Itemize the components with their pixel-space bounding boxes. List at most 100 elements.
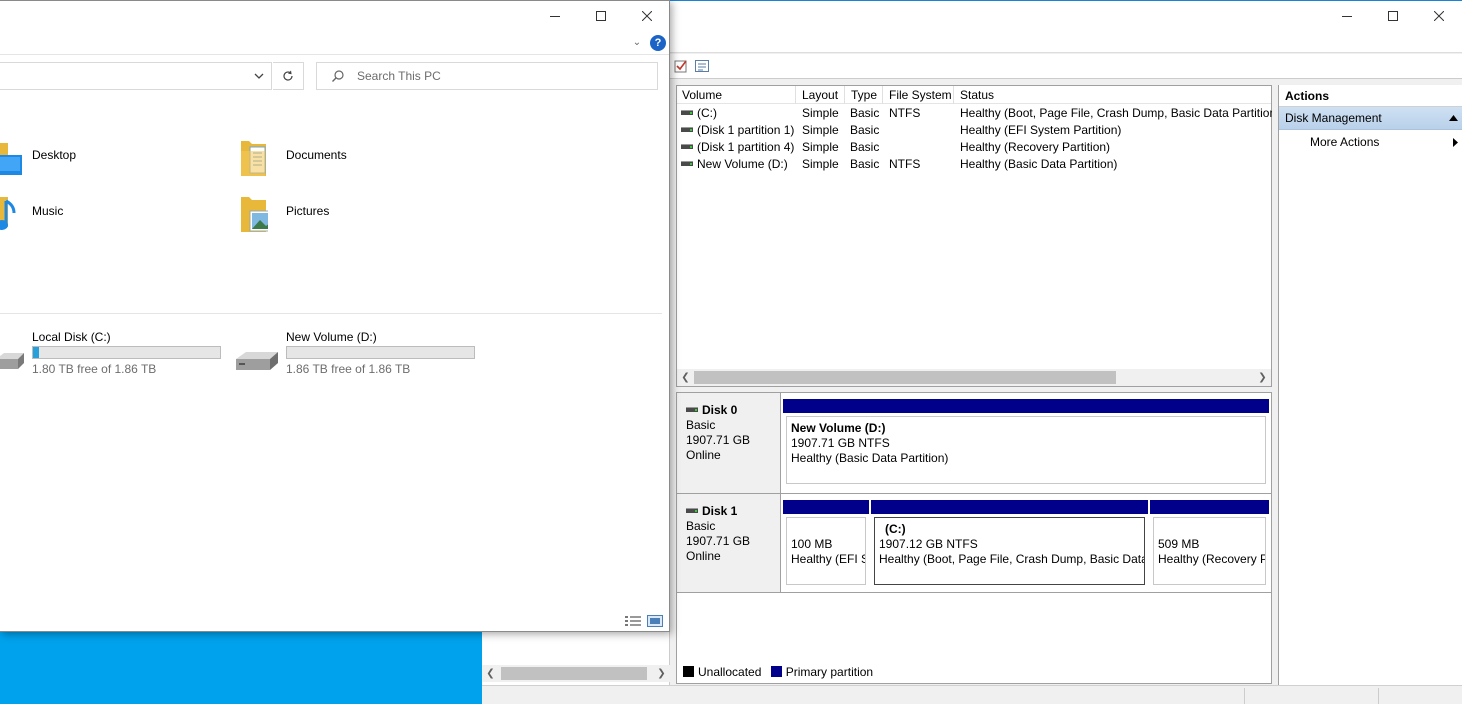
drive-icon <box>681 161 693 167</box>
dm-left-pane-scrollbar[interactable]: ❮ ❯ <box>482 665 670 682</box>
submenu-arrow-icon <box>1453 138 1458 147</box>
scroll-right-arrow[interactable]: ❯ <box>653 665 670 682</box>
partition-body: 100 MB Healthy (EFI S <box>786 517 866 585</box>
folder-label: Pictures <box>286 204 330 218</box>
layout-cell: Simple <box>802 106 839 120</box>
music-folder-icon <box>0 197 16 230</box>
partition-band <box>783 399 1269 413</box>
drive-icon <box>681 110 693 116</box>
partition-block[interactable]: 100 MB Healthy (EFI S <box>783 500 869 588</box>
partition-size: 1907.71 GB NTFS <box>791 436 890 450</box>
drive-label: New Volume (D:) <box>286 330 377 344</box>
column-header-volume[interactable]: Volume <box>677 86 796 104</box>
volume-row[interactable]: (Disk 1 partition 1) Simple Basic Health… <box>677 122 1271 139</box>
drive-free-text: 1.80 TB free of 1.86 TB <box>32 362 157 376</box>
close-icon <box>1434 11 1444 21</box>
address-bar[interactable] <box>0 62 272 90</box>
volume-list-hscrollbar[interactable]: ❮ ❯ <box>677 369 1271 386</box>
partition-band <box>871 500 1148 514</box>
folder-music[interactable]: Music <box>0 195 200 241</box>
file-explorer-window: ⌄ ? Desktop <box>0 0 670 632</box>
layout-cell: Simple <box>802 140 839 154</box>
minimize-icon <box>550 16 560 17</box>
volume-name: (C:) <box>697 106 717 120</box>
scroll-left-arrow[interactable]: ❮ <box>677 369 694 386</box>
actions-header: Actions <box>1279 85 1462 107</box>
scroll-left-arrow[interactable]: ❮ <box>482 665 499 682</box>
large-icons-view-icon[interactable] <box>647 615 663 627</box>
details-view-icon[interactable] <box>625 615 641 627</box>
disk-info[interactable]: Disk 0 Basic 1907.71 GB Online <box>677 393 781 493</box>
help-icon[interactable]: ? <box>650 35 666 51</box>
maximize-icon <box>1388 11 1398 21</box>
folder-label: Desktop <box>32 148 77 162</box>
status-cell: Healthy (Basic Data Partition) <box>960 157 1118 171</box>
folder-pictures[interactable]: Pictures <box>240 195 440 241</box>
partition-block[interactable]: 509 MB Healthy (Recovery P <box>1150 500 1269 588</box>
folder-label: Music <box>32 204 64 218</box>
partition-title: New Volume (D:) <box>791 421 886 435</box>
scroll-thumb[interactable] <box>501 667 647 680</box>
folder-desktop[interactable]: Desktop <box>0 139 200 185</box>
type-cell: Basic <box>850 157 880 171</box>
refresh-button[interactable] <box>273 62 304 90</box>
column-header-type[interactable]: Type <box>846 86 883 104</box>
more-actions-item[interactable]: More Actions <box>1279 130 1462 154</box>
explorer-maximize-button[interactable] <box>578 1 624 31</box>
disk-icon <box>686 508 698 514</box>
search-box[interactable] <box>316 62 658 90</box>
collapse-up-icon[interactable] <box>1449 115 1458 121</box>
actions-pane: Actions Disk Management More Actions <box>1278 85 1462 685</box>
status-divider <box>1244 688 1245 704</box>
partition-body: New Volume (D:) 1907.71 GB NTFS Healthy … <box>786 416 1266 484</box>
volume-list: Volume Layout Type File System Status (C… <box>676 85 1272 387</box>
drive-free-text: 1.86 TB free of 1.86 TB <box>286 362 411 376</box>
fs-cell: NTFS <box>889 157 921 171</box>
volume-row[interactable]: (Disk 1 partition 4) Simple Basic Health… <box>677 139 1271 156</box>
status-divider <box>1378 688 1379 704</box>
chevron-down-icon[interactable] <box>253 69 265 83</box>
disk-icon <box>686 407 698 413</box>
folder-documents[interactable]: Documents <box>240 139 440 185</box>
disk-type: Basic <box>686 519 716 533</box>
search-input[interactable] <box>357 67 637 85</box>
explorer-close-button[interactable] <box>624 1 670 31</box>
actions-section-disk-management[interactable]: Disk Management <box>1279 107 1462 130</box>
disk-info[interactable]: Disk 1 Basic 1907.71 GB Online <box>677 494 781 592</box>
column-header-status[interactable]: Status <box>955 86 1273 104</box>
dm-minimize-button[interactable] <box>1324 1 1370 31</box>
checklist-icon[interactable] <box>674 59 688 73</box>
partition-block[interactable]: New Volume (D:) 1907.71 GB NTFS Healthy … <box>783 399 1269 487</box>
partition-title <box>791 522 865 537</box>
type-cell: Basic <box>850 123 880 137</box>
volume-row[interactable]: (C:) Simple Basic NTFS Healthy (Boot, Pa… <box>677 105 1272 122</box>
drive-usage-bar <box>32 346 221 359</box>
volume-name: New Volume (D:) <box>697 157 788 171</box>
section-divider <box>0 313 662 314</box>
volume-cell: (Disk 1 partition 1) <box>681 122 797 139</box>
column-header-file-system[interactable]: File System <box>884 86 954 104</box>
volume-row[interactable]: New Volume (D:) Simple Basic NTFS Health… <box>677 156 1271 173</box>
properties-list-icon[interactable] <box>695 59 709 73</box>
partition-block[interactable]: (C:) 1907.12 GB NTFS Healthy (Boot, Page… <box>871 500 1148 588</box>
scroll-right-arrow[interactable]: ❯ <box>1254 369 1271 386</box>
volume-name: (Disk 1 partition 4) <box>697 140 795 154</box>
dm-close-button[interactable] <box>1416 1 1462 31</box>
type-cell: Basic <box>850 140 880 154</box>
column-header-layout[interactable]: Layout <box>797 86 845 104</box>
ribbon-expand-chevron-icon[interactable]: ⌄ <box>630 35 644 51</box>
scroll-thumb[interactable] <box>694 371 1116 384</box>
partition-body: (C:) 1907.12 GB NTFS Healthy (Boot, Page… <box>874 517 1145 585</box>
type-cell: Basic <box>850 106 880 120</box>
dm-maximize-button[interactable] <box>1370 1 1416 31</box>
drive-d[interactable]: New Volume (D:) 1.86 TB free of 1.86 TB <box>286 330 476 376</box>
partition-title: (C:) <box>885 522 906 536</box>
partition-status: Healthy (Boot, Page File, Crash Dump, Ba… <box>879 552 1145 566</box>
drive-usage-fill <box>33 347 39 358</box>
local-disk-icon <box>0 353 24 369</box>
partition-legend: Unallocated Primary partition <box>676 662 1272 684</box>
new-volume-disk-icon <box>236 352 278 370</box>
partition-band <box>783 500 869 514</box>
explorer-minimize-button[interactable] <box>532 1 578 31</box>
drive-c[interactable]: Local Disk (C:) 1.80 TB free of 1.86 TB <box>32 330 222 376</box>
